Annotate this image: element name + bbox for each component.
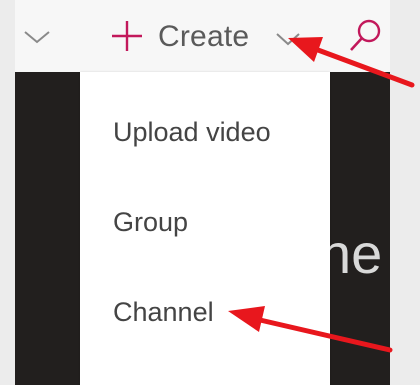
top-toolbar: Create: [15, 0, 390, 72]
background-heading-fragment: ne: [320, 222, 383, 285]
menu-item-channel[interactable]: Channel: [113, 295, 214, 329]
create-dropdown-menu: Upload video Group Channel: [80, 72, 330, 385]
menu-item-upload-video[interactable]: Upload video: [113, 115, 271, 149]
page-background-left: [15, 72, 80, 385]
create-chevron-icon[interactable]: [273, 24, 303, 54]
search-icon[interactable]: [345, 16, 385, 56]
chevron-down-icon[interactable]: [20, 20, 54, 54]
plus-icon[interactable]: [109, 18, 145, 54]
menu-item-group[interactable]: Group: [113, 205, 188, 239]
screenshot-frame: ne Create Upload video Group Channel: [0, 0, 420, 385]
create-button[interactable]: Create: [158, 18, 249, 56]
